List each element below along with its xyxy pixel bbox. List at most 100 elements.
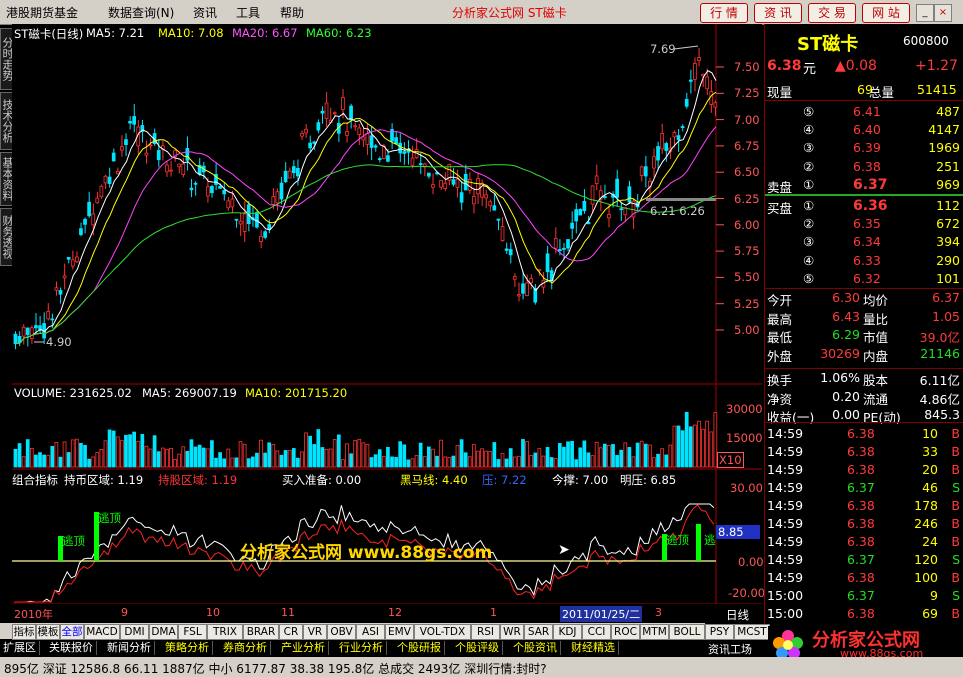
time-axis-jan: 1 bbox=[490, 606, 497, 619]
price-axis-label: 6.00 bbox=[734, 217, 760, 232]
tick-row: 14:59 6.38 246 B bbox=[765, 516, 963, 533]
tick-price: 6.38 bbox=[847, 516, 875, 531]
minimize-button[interactable]: _ bbox=[916, 4, 934, 22]
stat-value: 39.0亿 bbox=[919, 330, 960, 345]
indicator-button-macd[interactable]: MACD bbox=[84, 624, 120, 640]
volume-axis-mid: 15000 bbox=[726, 431, 763, 445]
indicator-button-mcst[interactable]: MCST bbox=[734, 624, 770, 640]
indicator-button-vol-tdx[interactable]: VOL-TDX bbox=[414, 624, 471, 640]
link-tab[interactable]: 新闻分析 bbox=[104, 641, 155, 655]
order-level: ⑤ bbox=[803, 104, 815, 119]
escape-top-mark: 逃 bbox=[704, 533, 716, 547]
stat-row: 净资 0.20 流通 4.86亿 bbox=[765, 389, 963, 407]
escape-top-mark: 逃顶 bbox=[98, 511, 121, 525]
indicator-button-rsi[interactable]: RSI bbox=[471, 624, 500, 640]
quotes-button[interactable]: 行 情 bbox=[700, 3, 748, 23]
indicator-button-asi[interactable]: ASI bbox=[356, 624, 385, 640]
indicator-button-emv[interactable]: EMV bbox=[385, 624, 414, 640]
info-workshop-link[interactable]: 资讯工场 bbox=[708, 641, 752, 657]
indicator-button-cci[interactable]: CCI bbox=[582, 624, 611, 640]
indicator-button-dma[interactable]: DMA bbox=[149, 624, 178, 640]
indicator-button-sar[interactable]: SAR bbox=[524, 624, 553, 640]
indicator-axis-zero: 0.00 bbox=[738, 555, 764, 569]
menu-data-query[interactable]: 数据查询(N) bbox=[108, 4, 174, 21]
stat-value: 845.3 bbox=[924, 407, 960, 422]
tick-volume: 69 bbox=[922, 606, 938, 621]
indicator-button-模板[interactable]: 模板 bbox=[36, 624, 60, 640]
indicator-name: 组合指标 bbox=[12, 473, 58, 487]
price-axis-label: 7.00 bbox=[734, 112, 760, 127]
news-button[interactable]: 资 讯 bbox=[754, 3, 802, 23]
link-tab[interactable]: 个股资讯 bbox=[510, 641, 561, 655]
indicator-button-obv[interactable]: OBV bbox=[327, 624, 356, 640]
window-title: 分析家公式网 ST磁卡 bbox=[452, 6, 567, 20]
stat-label: 外盘 bbox=[767, 348, 793, 364]
order-row: ⑤ 6.32 101 bbox=[765, 271, 963, 288]
link-tab[interactable]: 行业分析 bbox=[336, 641, 387, 655]
link-tab[interactable]: 关联报价 bbox=[46, 641, 97, 655]
website-button[interactable]: 网 站 bbox=[862, 3, 910, 23]
time-axis-oct: 10 bbox=[206, 606, 220, 619]
link-tab-bar: 扩展区 关联报价 新闻分析 策略分析 券商分析 产业分析 行业分析 个股研报 个股评级 个股资讯财… bbox=[0, 640, 705, 656]
period-label[interactable]: 日线 bbox=[726, 607, 749, 623]
link-tab[interactable]: 财经精选 bbox=[568, 641, 619, 655]
order-volume: 251 bbox=[936, 158, 960, 174]
indicator-current-value: 8.85 bbox=[716, 525, 760, 539]
link-tab[interactable]: 产业分析 bbox=[278, 641, 329, 655]
menu-help[interactable]: 帮助 bbox=[280, 4, 304, 21]
tick-price: 6.38 bbox=[847, 426, 875, 441]
link-tab[interactable]: 策略分析 bbox=[162, 641, 213, 655]
indicator-button-cr[interactable]: CR bbox=[279, 624, 303, 640]
indicator-button-wr[interactable]: WR bbox=[500, 624, 524, 640]
indicator-button-roc[interactable]: ROC bbox=[611, 624, 640, 640]
tick-row: 14:59 6.38 24 B bbox=[765, 534, 963, 551]
time-axis-dec: 12 bbox=[388, 606, 402, 619]
candlestick-chart[interactable] bbox=[12, 24, 762, 604]
indicator-button-mtm[interactable]: MTM bbox=[640, 624, 669, 640]
ma60-label: MA60: 6.23 bbox=[306, 26, 372, 40]
tick-time: 14:59 bbox=[767, 570, 804, 585]
indicator-button-指标[interactable]: 指标 bbox=[12, 624, 36, 640]
indicator-button-vr[interactable]: VR bbox=[303, 624, 327, 640]
indicator-button-boll[interactable]: BOLL bbox=[669, 624, 705, 640]
watermark-text: 分析家公式网 www.88gs.com bbox=[240, 543, 493, 563]
stock-name: ST磁卡 bbox=[797, 34, 859, 55]
link-tab[interactable]: 个股评级 bbox=[452, 641, 503, 655]
indicator-button-全部[interactable]: 全部 bbox=[60, 624, 84, 640]
indicator-button-kdj[interactable]: KDJ bbox=[553, 624, 582, 640]
total-volume-value: 51415 bbox=[917, 82, 957, 97]
menu-funds[interactable]: 港股期货基金 bbox=[6, 4, 78, 21]
link-tab[interactable]: 扩展区 bbox=[0, 641, 40, 655]
trade-button[interactable]: 交 易 bbox=[808, 3, 856, 23]
tick-row: 14:59 6.38 178 B bbox=[765, 498, 963, 515]
indicator-button-trix[interactable]: TRIX bbox=[207, 624, 243, 640]
order-row: 卖盘 ① 6.37 969 bbox=[765, 176, 963, 195]
link-tab[interactable]: 券商分析 bbox=[220, 641, 271, 655]
menu-tools[interactable]: 工具 bbox=[236, 4, 260, 21]
link-tab[interactable]: 个股研报 bbox=[394, 641, 445, 655]
time-axis-cursor-date: 2011/01/25/二 bbox=[560, 606, 643, 622]
price-axis-label: 5.00 bbox=[734, 323, 760, 337]
indicator-button-brar[interactable]: BRAR bbox=[243, 624, 279, 640]
tick-side: S bbox=[952, 480, 960, 495]
tick-side: B bbox=[951, 498, 960, 513]
price-change: ▲0.08 bbox=[835, 58, 877, 74]
price-unit: 元 bbox=[803, 62, 817, 77]
order-volume: 394 bbox=[936, 234, 960, 250]
stat-label: 换手 bbox=[767, 373, 793, 388]
tick-time: 14:59 bbox=[767, 462, 804, 477]
indicator-button-psy[interactable]: PSY bbox=[705, 624, 734, 640]
site-logo: 分析家公式网 www.88gs.com bbox=[768, 626, 963, 660]
close-button[interactable]: × bbox=[934, 4, 952, 22]
tick-side: B bbox=[951, 462, 960, 477]
indicator-button-dmi[interactable]: DMI bbox=[120, 624, 149, 640]
tick-price: 6.37 bbox=[847, 480, 875, 495]
stat-value: 6.29 bbox=[832, 327, 860, 342]
stat-value: 6.11亿 bbox=[919, 373, 960, 388]
order-volume: 969 bbox=[936, 176, 960, 192]
order-level: ③ bbox=[803, 140, 815, 156]
order-volume: 290 bbox=[936, 252, 960, 268]
order-level: ① bbox=[803, 176, 815, 192]
menu-news[interactable]: 资讯 bbox=[193, 4, 217, 21]
indicator-button-fsl[interactable]: FSL bbox=[178, 624, 207, 640]
